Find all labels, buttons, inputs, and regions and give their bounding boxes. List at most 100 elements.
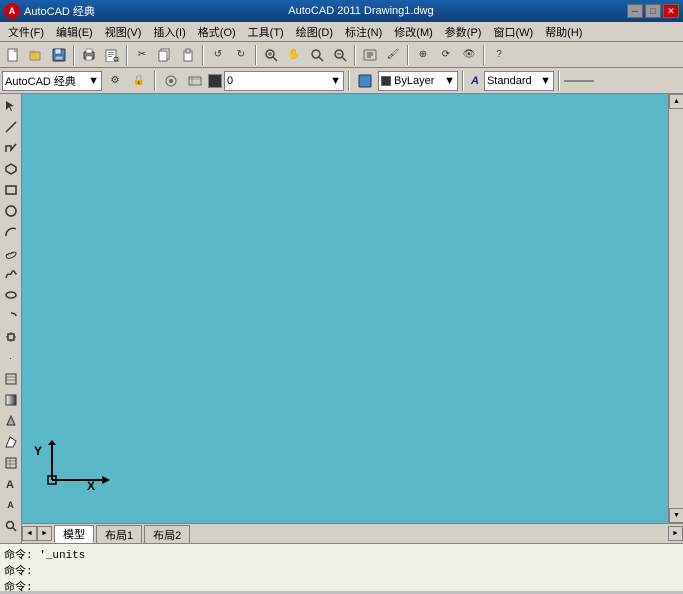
menu-modify[interactable]: 修改(M) — [388, 22, 439, 42]
style-dropdown[interactable]: Standard ▼ — [484, 71, 554, 91]
paste-button[interactable] — [177, 44, 199, 66]
color-dropdown-arrow: ▼ — [444, 75, 455, 87]
rectangle-tool[interactable] — [1, 180, 21, 200]
drawing-area[interactable]: X Y — [22, 94, 668, 523]
open-button[interactable] — [25, 44, 47, 66]
line-tool[interactable] — [1, 117, 21, 137]
scroll-up-button[interactable]: ▲ — [669, 94, 683, 109]
color-box — [381, 76, 391, 86]
table-tool[interactable] — [1, 453, 21, 473]
new-button[interactable] — [2, 44, 24, 66]
view-button[interactable]: 👁 — [458, 44, 480, 66]
revcloud-tool[interactable] — [1, 243, 21, 263]
separator — [73, 45, 75, 65]
polygon-tool[interactable] — [1, 159, 21, 179]
menu-file[interactable]: 文件(F) — [2, 22, 50, 42]
menu-edit[interactable]: 编辑(E) — [50, 22, 99, 42]
tab-bar: 模型 布局1 布局2 — [52, 524, 361, 543]
layout2-tab[interactable]: 布局2 — [144, 525, 190, 543]
close-button[interactable]: ✕ — [663, 4, 679, 18]
circle-tool[interactable] — [1, 201, 21, 221]
color-label: ByLayer — [394, 75, 434, 87]
layer-properties-button[interactable] — [184, 70, 206, 92]
separator — [255, 45, 257, 65]
workspace-label: AutoCAD 经典 — [5, 73, 76, 89]
cut-button[interactable]: ✂ — [131, 44, 153, 66]
help-button[interactable]: ? — [488, 44, 510, 66]
workspace-lock-button[interactable]: 🔒 — [128, 70, 150, 92]
pan-button[interactable]: ⊕ — [412, 44, 434, 66]
copy-button[interactable] — [154, 44, 176, 66]
zoom-icon[interactable] — [1, 516, 21, 536]
workspace-dropdown-arrow: ▼ — [88, 75, 99, 87]
scroll-down-button[interactable]: ▼ — [669, 508, 683, 523]
zoom-prev-button[interactable] — [329, 44, 351, 66]
wipeout-tool[interactable] — [1, 432, 21, 452]
separator — [354, 45, 356, 65]
separator — [202, 45, 204, 65]
separator — [558, 71, 560, 91]
menu-format[interactable]: 格式(O) — [192, 22, 242, 42]
menu-window[interactable]: 窗口(W) — [487, 22, 539, 42]
arc-tool[interactable] — [1, 222, 21, 242]
menu-tools[interactable]: 工具(T) — [242, 22, 290, 42]
maximize-button[interactable]: □ — [645, 4, 661, 18]
zoom-window-button[interactable] — [306, 44, 328, 66]
point-tool[interactable]: · — [1, 348, 21, 368]
canvas-wrapper: X Y ▲ ▼ ◄ ► 模型 布局1 布局2 — [22, 94, 683, 543]
minimize-button[interactable]: ─ — [627, 4, 643, 18]
ellipse-tool[interactable] — [1, 285, 21, 305]
color-control-button[interactable] — [354, 70, 376, 92]
style-label-text: Standard — [487, 75, 532, 87]
menu-help[interactable]: 帮助(H) — [539, 22, 588, 42]
insert-block-tool[interactable] — [1, 327, 21, 347]
spline-tool[interactable] — [1, 264, 21, 284]
coordinate-indicator: X Y — [32, 440, 112, 493]
orbit-button[interactable]: ⟳ — [435, 44, 457, 66]
properties-button[interactable] — [359, 44, 381, 66]
layout1-tab[interactable]: 布局1 — [96, 525, 142, 543]
redo-button[interactable]: ↻ — [230, 44, 252, 66]
workspace-dropdown[interactable]: AutoCAD 经典 ▼ — [2, 71, 102, 91]
zoom-realtime-button[interactable] — [260, 44, 282, 66]
title-bar: A AutoCAD 经典 AutoCAD 2011 Drawing1.dwg ─… — [0, 0, 683, 22]
print-button[interactable] — [78, 44, 100, 66]
hatch-tool[interactable] — [1, 369, 21, 389]
window-title: AutoCAD 2011 Drawing1.dwg — [288, 5, 433, 17]
match-properties-button[interactable]: 🖌 — [382, 44, 404, 66]
undo-button[interactable]: ↺ — [207, 44, 229, 66]
menu-draw[interactable]: 绘图(D) — [290, 22, 339, 42]
region-tool[interactable] — [1, 411, 21, 431]
scroll-right-button[interactable]: ► — [37, 526, 52, 541]
color-dropdown[interactable]: ByLayer ▼ — [378, 71, 458, 91]
gradient-tool[interactable] — [1, 390, 21, 410]
ellipse-arc-tool[interactable] — [1, 306, 21, 326]
model-tab[interactable]: 模型 — [54, 525, 94, 543]
workspace-settings-button[interactable]: ⚙ — [104, 70, 126, 92]
svg-text:Y: Y — [34, 444, 42, 458]
separator — [483, 45, 485, 65]
menu-params[interactable]: 参数(P) — [439, 22, 488, 42]
save-button[interactable] — [48, 44, 70, 66]
scroll-right2-button[interactable]: ► — [668, 526, 683, 541]
layer-make-current-button[interactable] — [160, 70, 182, 92]
separator — [462, 71, 464, 91]
layer-label: 0 — [227, 75, 233, 87]
layer-dropdown[interactable]: 0 ▼ — [224, 71, 344, 91]
separator — [407, 45, 409, 65]
menu-view[interactable]: 视图(V) — [99, 22, 148, 42]
zoom-pan-button[interactable]: ✋ — [283, 44, 305, 66]
menu-insert[interactable]: 插入(I) — [147, 22, 191, 42]
app-logo: A — [4, 3, 20, 19]
main-content: · A A — [0, 94, 683, 543]
multiline-text-tool[interactable]: A — [1, 474, 21, 494]
preview-button[interactable] — [101, 44, 123, 66]
scroll-left-button[interactable]: ◄ — [22, 526, 37, 541]
layer-dropdown-arrow: ▼ — [330, 75, 341, 87]
separator — [154, 71, 156, 91]
canvas-with-vscroll: X Y ▲ ▼ — [22, 94, 683, 523]
polyline-tool[interactable] — [1, 138, 21, 158]
cursor-tool[interactable] — [1, 96, 21, 116]
menu-dimension[interactable]: 标注(N) — [339, 22, 388, 42]
vertical-scrollbar[interactable]: ▲ ▼ — [668, 94, 683, 523]
